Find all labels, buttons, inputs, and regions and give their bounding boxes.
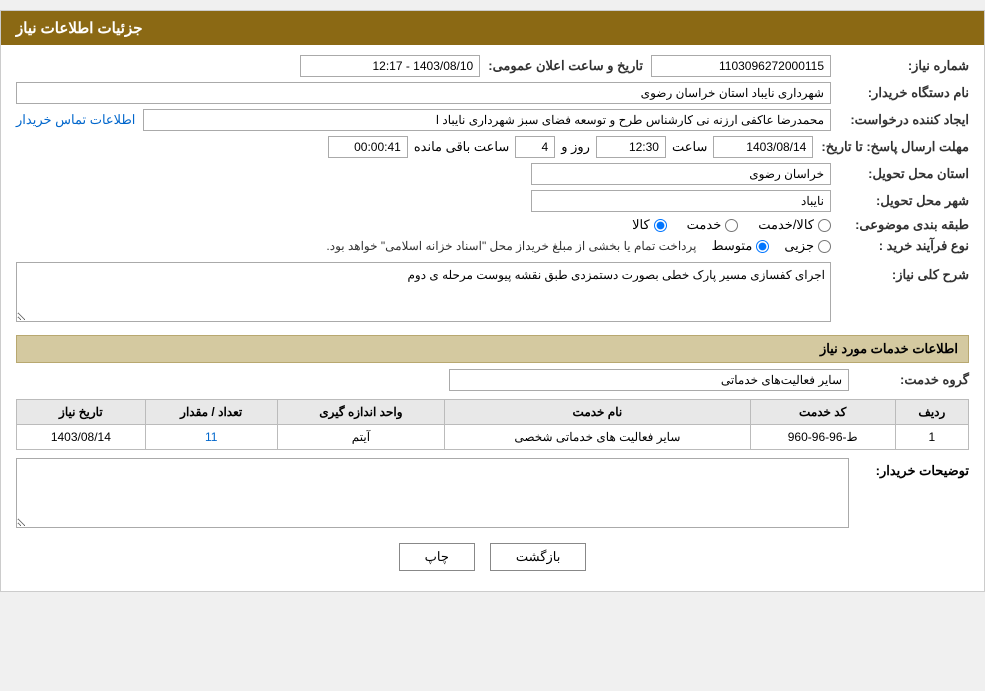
city-input[interactable] — [531, 190, 831, 212]
purchase-type-note: پرداخت تمام یا بخشی از مبلغ خریداز محل "… — [326, 239, 696, 253]
category-radio-group: کالا/خدمت خدمت کالا — [632, 217, 831, 233]
col-header-code: کد خدمت — [750, 400, 895, 425]
purchase-type-row: نوع فرآیند خرید : جزیی متوسط پرداخت تمام… — [16, 238, 969, 254]
print-button[interactable]: چاپ — [399, 543, 475, 571]
col-header-row: ردیف — [895, 400, 968, 425]
buyer-notes-label: توضیحات خریدار: — [859, 458, 969, 479]
announce-date-input[interactable] — [300, 55, 480, 77]
province-label: استان محل تحویل: — [839, 166, 969, 182]
services-table-header-row: ردیف کد خدمت نام خدمت واحد اندازه گیری ت… — [17, 400, 969, 425]
page-header: جزئیات اطلاعات نیاز — [1, 11, 984, 45]
remaining-time-input[interactable] — [328, 136, 408, 158]
buttons-row: بازگشت چاپ — [16, 543, 969, 571]
creator-row: ایجاد کننده درخواست: اطلاعات تماس خریدار — [16, 109, 969, 131]
category-row: طبقه بندی موضوعی: کالا/خدمت خدمت کالا — [16, 217, 969, 233]
buyer-name-input[interactable] — [16, 82, 831, 104]
need-number-input[interactable] — [651, 55, 831, 77]
category-label: طبقه بندی موضوعی: — [839, 217, 969, 233]
city-label: شهر محل تحویل: — [839, 193, 969, 209]
purchase-jozi-item: جزیی — [784, 238, 831, 254]
cell-code: ط-96-96-960 — [750, 425, 895, 450]
services-table: ردیف کد خدمت نام خدمت واحد اندازه گیری ت… — [16, 399, 969, 450]
description-label: شرح کلی نیاز: — [839, 262, 969, 283]
service-group-label: گروه خدمت: — [859, 372, 969, 388]
page-wrapper: جزئیات اطلاعات نیاز شماره نیاز: تاریخ و … — [0, 10, 985, 592]
buyer-name-row: نام دستگاه خریدار: — [16, 82, 969, 104]
col-header-count: تعداد / مقدار — [145, 400, 277, 425]
cell-name: سایر فعالیت های خدماتی شخصی — [445, 425, 751, 450]
creator-label: ایجاد کننده درخواست: — [839, 112, 969, 128]
creator-input[interactable] — [143, 109, 831, 131]
cell-count: 11 — [145, 425, 277, 450]
buyer-notes-section: توضیحات خریدار: — [16, 458, 969, 528]
col-header-name: نام خدمت — [445, 400, 751, 425]
purchase-motavaset-radio[interactable] — [756, 240, 769, 253]
services-table-head: ردیف کد خدمت نام خدمت واحد اندازه گیری ت… — [17, 400, 969, 425]
cell-unit: آیتم — [277, 425, 444, 450]
cell-date: 1403/08/14 — [17, 425, 146, 450]
need-number-label: شماره نیاز: — [839, 58, 969, 74]
purchase-motavaset-label: متوسط — [711, 238, 752, 254]
province-input[interactable] — [531, 163, 831, 185]
contact-link[interactable]: اطلاعات تماس خریدار — [16, 112, 135, 128]
category-kala-khedmat-label: کالا/خدمت — [758, 217, 814, 233]
category-kala-khedmat-radio[interactable] — [818, 219, 831, 232]
col-header-unit: واحد اندازه گیری — [277, 400, 444, 425]
remaining-time-label: ساعت باقی مانده — [414, 139, 509, 155]
services-table-body: 1 ط-96-96-960 سایر فعالیت های خدماتی شخص… — [17, 425, 969, 450]
category-kala-radio[interactable] — [654, 219, 667, 232]
province-row: استان محل تحویل: — [16, 163, 969, 185]
city-row: شهر محل تحویل: — [16, 190, 969, 212]
table-row: 1 ط-96-96-960 سایر فعالیت های خدماتی شخص… — [17, 425, 969, 450]
buyer-name-label: نام دستگاه خریدار: — [839, 85, 969, 101]
main-content: شماره نیاز: تاریخ و ساعت اعلان عمومی: نا… — [1, 45, 984, 591]
purchase-motavaset-item: متوسط — [711, 238, 769, 254]
category-kala-item: کالا — [632, 217, 667, 233]
buyer-notes-textarea[interactable] — [16, 458, 849, 528]
deadline-days-input[interactable] — [515, 136, 555, 158]
deadline-row: مهلت ارسال پاسخ: تا تاریخ: ساعت روز و سا… — [16, 136, 969, 158]
service-group-input[interactable] — [449, 369, 849, 391]
deadline-time-input[interactable] — [596, 136, 666, 158]
purchase-jozi-radio[interactable] — [818, 240, 831, 253]
category-khedmat-radio[interactable] — [725, 219, 738, 232]
service-group-row: گروه خدمت: — [16, 369, 969, 391]
deadline-label: مهلت ارسال پاسخ: تا تاریخ: — [821, 139, 969, 155]
need-number-row: شماره نیاز: تاریخ و ساعت اعلان عمومی: — [16, 55, 969, 77]
deadline-time-label: ساعت — [672, 139, 707, 155]
purchase-type-label: نوع فرآیند خرید : — [839, 238, 969, 254]
col-header-date: تاریخ نیاز — [17, 400, 146, 425]
category-khedmat-label: خدمت — [687, 217, 722, 233]
category-kala-label: کالا — [632, 217, 650, 233]
category-kala-khedmat-item: کالا/خدمت — [758, 217, 831, 233]
services-section-header: اطلاعات خدمات مورد نیاز — [16, 335, 969, 363]
category-khedmat-item: خدمت — [687, 217, 739, 233]
cell-row: 1 — [895, 425, 968, 450]
deadline-date-input[interactable] — [713, 136, 813, 158]
back-button[interactable]: بازگشت — [490, 543, 586, 571]
description-textarea[interactable] — [16, 262, 831, 322]
description-row: شرح کلی نیاز: document.currentScript.par… — [16, 262, 969, 325]
page-title: جزئیات اطلاعات نیاز — [16, 20, 143, 37]
purchase-jozi-label: جزیی — [784, 238, 814, 254]
announce-date-label: تاریخ و ساعت اعلان عمومی: — [488, 58, 643, 74]
deadline-days-label: روز و — [561, 139, 590, 155]
